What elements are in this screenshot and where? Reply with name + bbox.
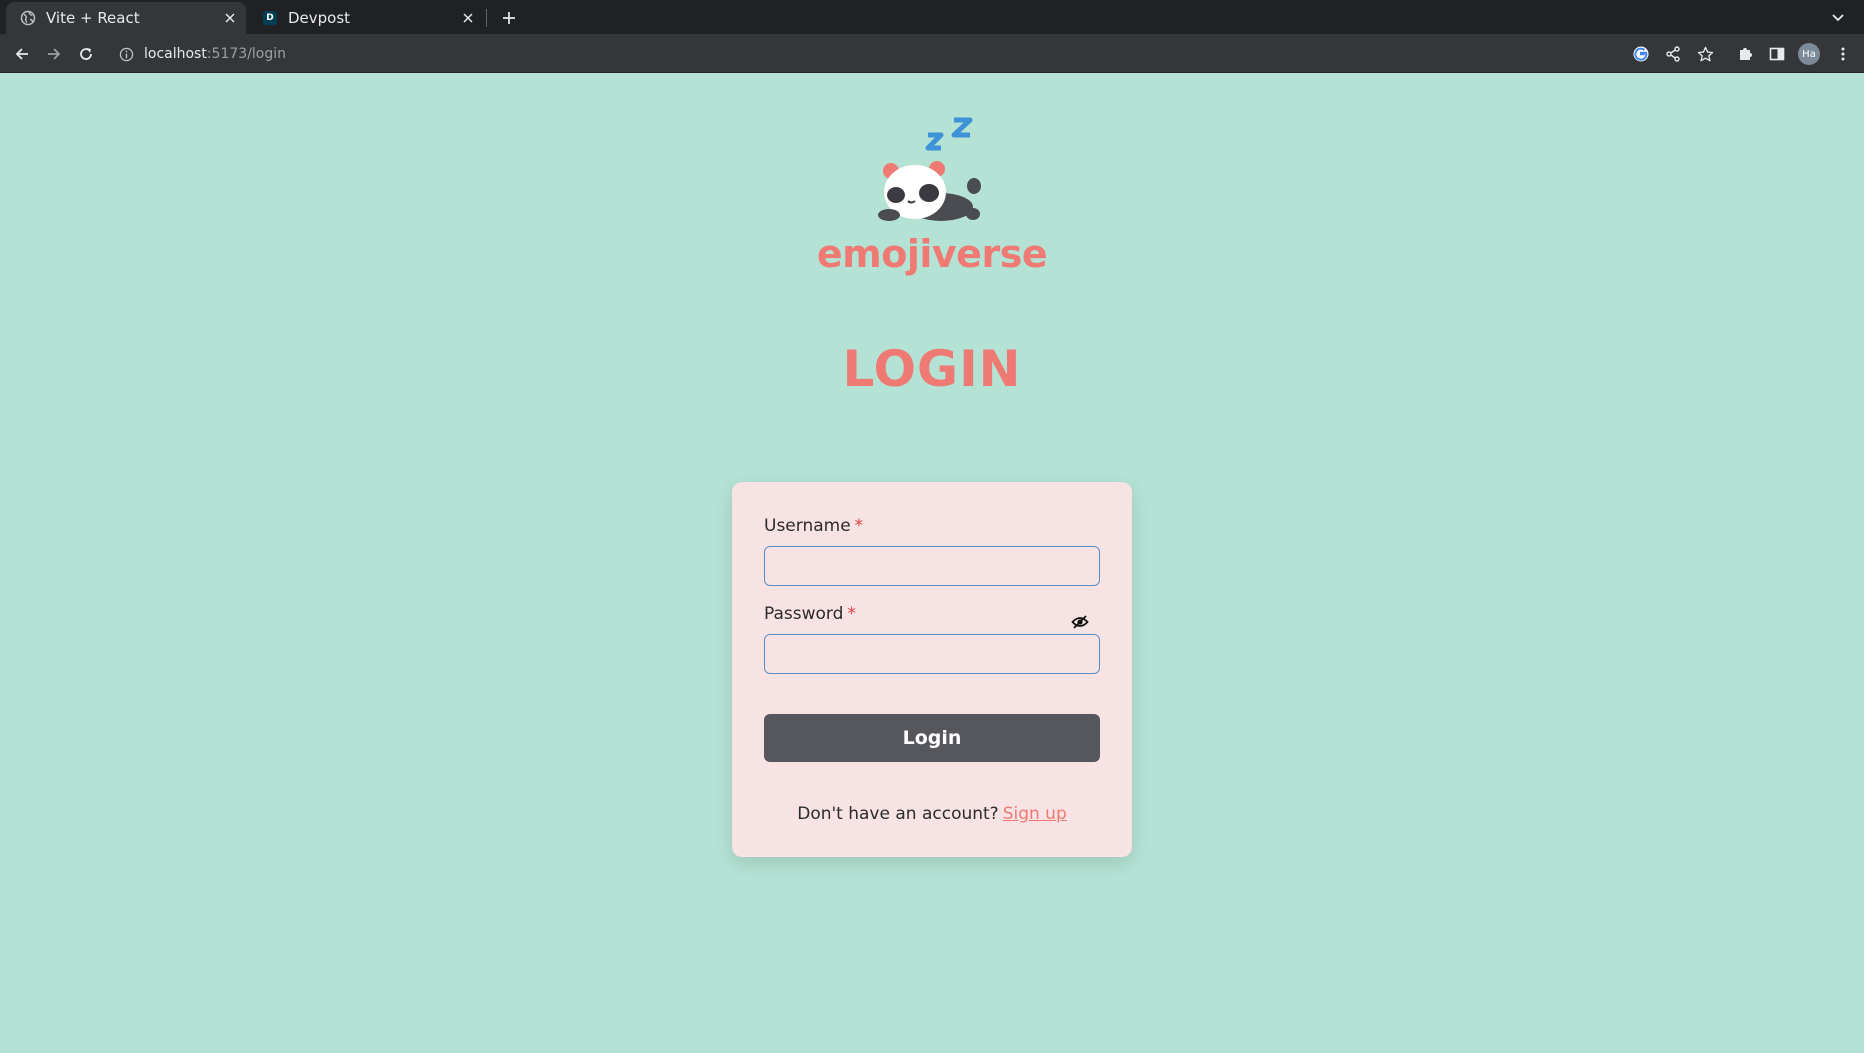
share-button[interactable] (1662, 43, 1684, 65)
url-host: localhost (144, 46, 207, 62)
reload-button[interactable] (74, 42, 98, 66)
signup-link[interactable]: Sign up (1003, 804, 1067, 824)
devpost-logo-letter: D (263, 11, 277, 25)
address-bar[interactable]: localhost:5173/login (112, 39, 1652, 69)
chevron-down-icon (1832, 14, 1844, 22)
url-path: :5173/login (206, 46, 287, 62)
sleeping-panda-icon (878, 117, 981, 221)
avatar: Ha (1798, 43, 1820, 65)
browser-tab-strip: Vite + React D Devpost (0, 0, 1864, 34)
forward-icon (48, 48, 61, 60)
required-marker: * (854, 516, 864, 536)
password-input[interactable] (764, 634, 1100, 674)
page-title: LOGIN (842, 340, 1022, 398)
reload-icon (80, 48, 92, 60)
tab-vite-react[interactable]: Vite + React (6, 2, 246, 34)
profile-button[interactable]: Ha (1798, 43, 1820, 65)
back-icon (15, 48, 28, 60)
close-icon[interactable] (458, 8, 478, 28)
url-text: localhost:5173/login (144, 46, 286, 62)
tab-devpost[interactable]: D Devpost (248, 2, 484, 34)
sidepanel-icon (1769, 47, 1785, 61)
eye-slash-icon (1071, 615, 1089, 629)
bookmark-button[interactable] (1694, 43, 1716, 65)
globe-icon (20, 10, 36, 26)
tab-title: Vite + React (46, 9, 140, 27)
tab-separator (486, 9, 487, 27)
tab-search-button[interactable] (1828, 8, 1848, 28)
password-label: Password * (764, 604, 856, 624)
devpost-favicon-icon: D (262, 10, 278, 26)
username-input[interactable] (764, 546, 1100, 586)
extensions-icon (1740, 48, 1752, 60)
google-icon (1633, 46, 1649, 62)
google-lens-button[interactable] (1630, 43, 1652, 65)
chrome-menu-button[interactable] (1832, 43, 1854, 65)
toggle-password-visibility-button[interactable] (1068, 610, 1092, 634)
menu-icon (1841, 47, 1845, 61)
login-button[interactable]: Login (764, 714, 1100, 762)
signup-prompt: Don't have an account? (797, 804, 999, 824)
share-icon (1666, 46, 1680, 62)
forward-button[interactable] (42, 42, 66, 66)
back-button[interactable] (10, 42, 34, 66)
browser-toolbar: localhost:5173/login Ha (0, 34, 1864, 73)
plus-icon (503, 12, 515, 24)
login-form: Username * Password * Login Don't have an … (732, 482, 1132, 857)
close-icon[interactable] (220, 8, 240, 28)
password-label-text: Password (764, 604, 844, 624)
info-icon[interactable] (118, 46, 134, 62)
username-label: Username * (764, 516, 863, 536)
brand-name: emojiverse (816, 232, 1048, 276)
username-label-text: Username (764, 516, 851, 536)
extensions-button[interactable] (1734, 43, 1756, 65)
star-icon (1697, 46, 1713, 61)
required-marker: * (847, 604, 856, 624)
signup-prompt-row: Don't have an account? Sign up (732, 804, 1132, 824)
tab-title: Devpost (288, 9, 351, 27)
new-tab-button[interactable] (498, 7, 520, 29)
side-panel-button[interactable] (1766, 43, 1788, 65)
